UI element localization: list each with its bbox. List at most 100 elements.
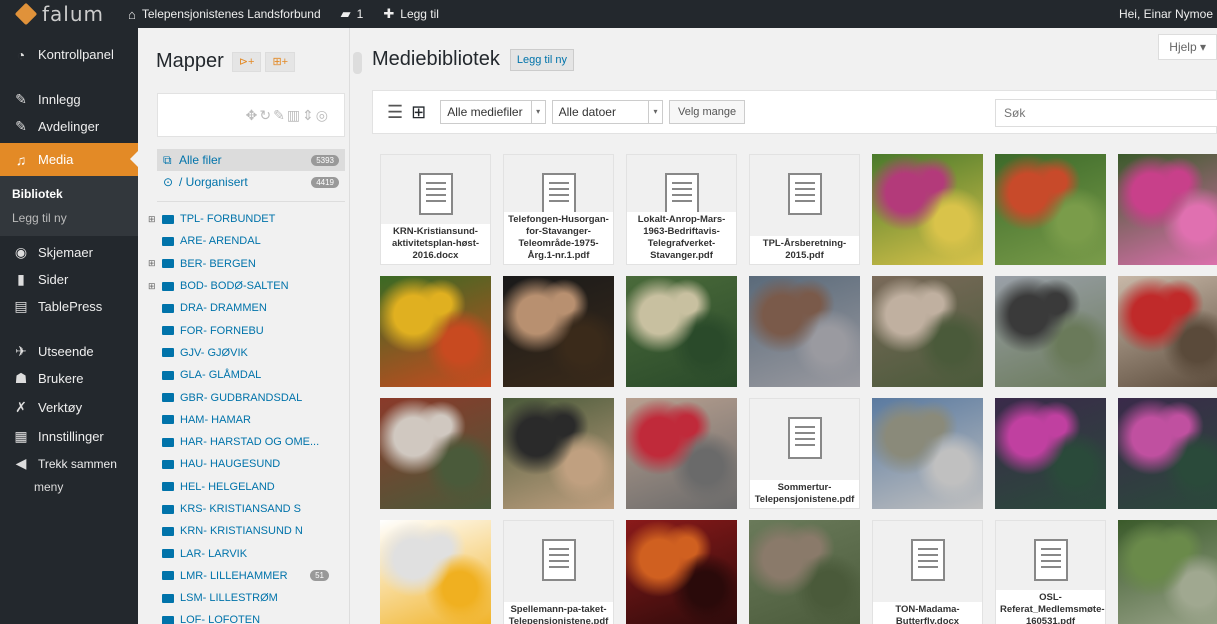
media-image-tile[interactable] [503,398,614,509]
folder-item[interactable]: ⊞ TPL- FORBUNDET [148,208,349,230]
media-document-tile[interactable]: TPL-Årsberetning-2015.pdf [749,154,860,265]
folder-item[interactable]: ⊞ BOD- BODØ-SALTEN [148,275,349,297]
media-document-tile[interactable]: Lokalt-Anrop-Mars-1963-Bedriftavis-Teleg… [626,154,737,265]
folder-icon [162,459,174,469]
folder-item[interactable]: LOF- LOFOTEN [148,609,349,624]
media-image-tile[interactable] [626,276,737,387]
folder-item[interactable]: LSM- LILLESTRØM [148,587,349,609]
file-name: Lokalt-Anrop-Mars-1963-Bedriftavis-Teleg… [627,212,736,264]
resize-handle[interactable] [353,52,362,74]
menu-item-tablepress[interactable]: ▤ TablePress [0,290,138,323]
media-image-tile[interactable] [626,520,737,624]
grid-view-icon[interactable]: ⊞ [411,102,426,123]
folder-item[interactable]: LAR- LARVIK [148,542,349,564]
folder-item[interactable]: GBR- GUDBRANDSDAL [148,386,349,408]
document-icon [1033,539,1068,581]
media-image-tile[interactable] [626,398,737,509]
media-image-tile[interactable] [503,276,614,387]
media-document-tile[interactable]: Telefongen-Husorgan-for-Stavanger-Teleom… [503,154,614,265]
photo-thumbnail [872,276,983,387]
folder-icon [162,415,174,425]
search-input[interactable] [995,99,1217,127]
collapse-menu-button[interactable]: ◀ Trekk sammen [0,447,138,480]
folder-item[interactable]: HAU- HAUGESUND [148,453,349,475]
folder-item[interactable]: HAM- HAMAR [148,409,349,431]
media-image-tile[interactable] [749,276,860,387]
all-files-count: 5393 [311,154,339,166]
media-document-tile[interactable]: OSL-Referat_Medlemsmøte-160531.pdf [995,520,1106,624]
folder-item[interactable]: HAR- HARSTAD OG OME... [148,431,349,453]
photo-thumbnail [380,398,491,509]
media-document-tile[interactable]: Sommertur-Telepensjonistene.pdf [749,398,860,509]
menu-item-media[interactable]: ♫ Media [0,143,138,176]
folder-item[interactable]: KRN- KRISTIANSUND N [148,520,349,542]
media-image-tile[interactable] [749,520,860,624]
media-image-tile[interactable] [1118,520,1217,624]
new-content-link[interactable]: ✚ Legg til [373,0,449,28]
folder-item[interactable]: ⊞ BER- BERGEN [148,253,349,275]
media-document-tile[interactable]: TON-Madama-Butterfly.docx [872,520,983,624]
home-icon: ⌂ [128,6,136,22]
site-name-link[interactable]: ⌂ Telepensjonistenes Landsforbund [118,0,331,28]
media-document-tile[interactable]: KRN-Kristiansund-aktivitetsplan-høst-201… [380,154,491,265]
photo-thumbnail [995,154,1106,265]
list-view-icon[interactable]: ☰ [387,102,403,123]
menu-item-avdelinger[interactable]: ✎ Avdelinger [0,110,138,143]
comments-link[interactable]: ▰ 1 [331,0,374,28]
chevron-down-icon: ▾ [647,101,662,123]
media-image-tile[interactable] [995,276,1106,387]
edit-icon[interactable]: ✎ [273,107,287,124]
media-grid: KRN-Kristiansund-aktivitetsplan-høst-201… [380,154,1217,624]
collapse-menu-label[interactable]: meny [0,480,138,500]
media-image-tile[interactable] [380,520,491,624]
media-image-tile[interactable] [872,398,983,509]
refresh-icon[interactable]: ↻ [259,107,273,124]
admin-menu: ◔ Kontrollpanel ✎ Innlegg ✎ Avdelinger ♫… [0,28,138,624]
add-new-media-button[interactable]: Legg til ny [509,48,575,71]
media-image-tile[interactable] [872,154,983,265]
all-files-item[interactable]: ⧉ Alle filer 5393 [157,149,345,171]
photo-thumbnail [995,398,1106,509]
folder-item[interactable]: GLA- GLÅMDAL [148,364,349,386]
sort-icon[interactable]: ⇕ [302,107,316,124]
folder-label: LMR- LILLEHAMMER [180,569,288,582]
folder-item[interactable]: GJV- GJØVIK [148,342,349,364]
media-document-tile[interactable]: Spellemann-pa-taket-Telepensjonistene.pd… [503,520,614,624]
new-folder-button[interactable]: ⊳+ [231,51,262,72]
delete-icon[interactable]: ▥ [287,107,302,124]
media-type-select[interactable]: Alle mediefiler ▾ [440,100,546,124]
help-button[interactable]: Hjelp ▾ [1158,34,1217,60]
media-image-tile[interactable] [995,398,1106,509]
folder-label: LOF- LOFOTEN [180,614,261,624]
new-subfolder-button[interactable]: ⊞+ [265,51,296,72]
folder-item[interactable]: DRA- DRAMMEN [148,297,349,319]
date-select[interactable]: Alle datoer ▾ [551,100,663,124]
bulk-select-button[interactable]: Velg mange [668,100,746,124]
media-image-tile[interactable] [1118,276,1217,387]
media-image-tile[interactable] [1118,398,1217,509]
expand-icon[interactable]: ⊞ [148,258,162,269]
folder-item[interactable]: KRS- KRISTIANSAND S [148,498,349,520]
folder-item[interactable]: ARE- ARENDAL [148,230,349,252]
submenu-bibliotek[interactable]: Bibliotek [0,182,138,206]
media-image-tile[interactable] [872,276,983,387]
submenu-legg-til-ny[interactable]: Legg til ny [0,206,138,230]
site-logo[interactable]: falum [0,0,118,28]
options-icon[interactable]: ◎ [316,107,330,124]
folder-icon [162,281,174,291]
folder-item[interactable]: LMR- LILLEHAMMER 51 [148,565,349,587]
folder-item[interactable]: HEL- HELGELAND [148,476,349,498]
document-icon [541,173,576,215]
media-image-tile[interactable] [995,154,1106,265]
folder-item[interactable]: FOR- FORNEBU [148,319,349,341]
media-image-tile[interactable] [380,398,491,509]
photo-thumbnail [503,276,614,387]
menu-item-kontrollpanel[interactable]: ◔ Kontrollpanel [0,38,138,71]
move-icon[interactable]: ✥ [246,107,260,124]
media-image-tile[interactable] [380,276,491,387]
unorganized-item[interactable]: ⊙ / Uorganisert 4419 [157,171,345,193]
expand-icon[interactable]: ⊞ [148,281,162,292]
user-greeting[interactable]: Hei, Einar Nymoe [1119,0,1217,28]
media-image-tile[interactable] [1118,154,1217,265]
expand-icon[interactable]: ⊞ [148,214,162,225]
